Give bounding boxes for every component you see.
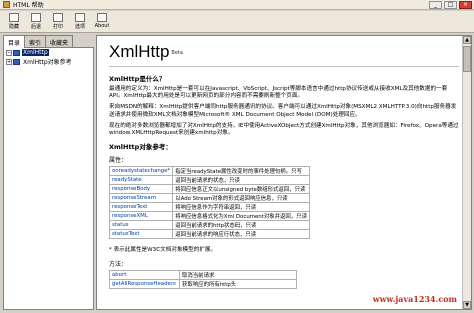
paragraph-browsers: 现在的绝对多数浏览器都增加了对XmlHttp的支持，IE中使用ActiveXOb… bbox=[109, 122, 459, 137]
about-icon bbox=[97, 13, 107, 22]
title-divider bbox=[109, 66, 459, 67]
hide-icon bbox=[9, 13, 19, 22]
property-name[interactable]: responseXML bbox=[108, 211, 174, 222]
maximize-button[interactable]: □ bbox=[444, 1, 457, 9]
page-title: XmlHttp bbox=[109, 42, 170, 61]
property-desc: 以Ado Stream对象的形式返回响应信息，只读 bbox=[172, 193, 310, 204]
back-label: 后退 bbox=[30, 24, 41, 30]
property-desc: 返回当前请求的响应行状态，只读 bbox=[172, 229, 310, 240]
table-row: status 返回当前请求的http状态码，只读 bbox=[108, 220, 310, 231]
options-label: 选项 bbox=[74, 24, 85, 30]
table-row: responseText 将响应信息作为字符串返回，只读 bbox=[108, 202, 310, 213]
tree-item-label: XmlHttp对象参考 bbox=[23, 59, 72, 66]
table-row: readyState 返回当前请求的状态，只读 bbox=[108, 175, 310, 186]
property-name[interactable]: responseBody bbox=[108, 184, 174, 195]
about-label: About bbox=[94, 23, 110, 29]
property-name[interactable]: statusText bbox=[108, 229, 174, 240]
close-button[interactable]: × bbox=[459, 1, 472, 9]
property-desc: 将响应信息作为字符串返回，只读 bbox=[172, 202, 310, 213]
property-name[interactable]: onreadystatechange* bbox=[108, 166, 174, 177]
tree-item-xmlhttp[interactable]: − XmlHttp bbox=[4, 48, 93, 57]
navigation-pane: 目录 索引 收藏夹 − XmlHttp + XmlHttp对象参考 bbox=[3, 35, 94, 310]
methods-table: abort 取消当前请求 getAllResponseHeaders 获取响应的… bbox=[109, 270, 297, 290]
method-name[interactable]: getAllResponseHeaders bbox=[109, 279, 180, 290]
contents-tree: − XmlHttp + XmlHttp对象参考 bbox=[3, 47, 94, 310]
extension-note: * 表示此属性是W3C文档对象模型的扩展。 bbox=[109, 247, 217, 254]
back-button[interactable]: 后退 bbox=[25, 11, 47, 32]
method-name[interactable]: abort bbox=[109, 270, 180, 281]
tree-item-xmlhttp-reference[interactable]: + XmlHttp对象参考 bbox=[4, 57, 93, 66]
print-label: 打印 bbox=[52, 24, 63, 30]
scroll-down-icon[interactable]: ▼ bbox=[463, 301, 471, 309]
table-row: responseXML 将响应信息格式化为Xml Document对象并返回，只… bbox=[108, 211, 310, 222]
title-bar: HTML 帮助 _ □ × bbox=[0, 0, 474, 10]
about-button[interactable]: About bbox=[91, 11, 113, 32]
table-row: responseStream 以Ado Stream对象的形式返回响应信息，只读 bbox=[108, 193, 310, 204]
table-row: statusText 返回当前请求的响应行状态，只读 bbox=[108, 229, 310, 240]
property-desc: 将回应信息正文以unsigned byte数组形式返回，只读 bbox=[172, 184, 310, 195]
back-icon bbox=[31, 13, 41, 22]
hide-button[interactable]: 隐藏 bbox=[3, 11, 25, 32]
property-desc: 指定当readyState属性改变时的事件处理句柄。只写 bbox=[172, 166, 310, 177]
window-controls: _ □ × bbox=[429, 1, 472, 9]
toolbar: 隐藏 后退 打印 选项 About bbox=[0, 11, 474, 33]
heading-reference: XmlHttp对象参考： bbox=[109, 143, 172, 152]
hide-label: 隐藏 bbox=[8, 24, 19, 30]
table-row: onreadystatechange* 指定当readyState属性改变时的事… bbox=[108, 166, 310, 177]
methods-title: 方法： bbox=[109, 261, 128, 269]
beta-badge: Beta bbox=[171, 50, 183, 56]
method-desc: 取消当前请求 bbox=[179, 270, 297, 281]
table-row: getAllResponseHeaders 获取响应的所有http头 bbox=[109, 279, 297, 290]
property-name[interactable]: responseText bbox=[108, 202, 174, 213]
book-icon bbox=[13, 58, 20, 65]
tab-contents[interactable]: 目录 bbox=[3, 35, 26, 48]
book-open-icon bbox=[13, 49, 20, 56]
table-row: abort 取消当前请求 bbox=[109, 270, 297, 281]
print-button[interactable]: 打印 bbox=[47, 11, 69, 32]
window-title: HTML 帮助 bbox=[13, 2, 44, 9]
options-button[interactable]: 选项 bbox=[69, 11, 91, 32]
property-name[interactable]: status bbox=[108, 220, 174, 231]
collapse-icon[interactable]: − bbox=[6, 49, 12, 56]
expand-icon[interactable]: + bbox=[6, 58, 12, 65]
content-pane: XmlHttp Beta XmlHttp是什么？ 最通用的定义为：XmlHttp… bbox=[96, 35, 472, 310]
heading-what-is: XmlHttp是什么？ bbox=[109, 75, 166, 83]
scroll-thumb[interactable] bbox=[463, 46, 471, 72]
paragraph-msdn: 来自MSDN的解释：XmlHttp提供客户端同http服务器通讯的协议。客户端可… bbox=[109, 104, 457, 118]
scroll-up-icon[interactable]: ▲ bbox=[463, 36, 471, 44]
page-header: XmlHttp Beta bbox=[109, 40, 459, 62]
paragraph-definition: 最通用的定义为：XmlHttp是一套可以在Javascript、VbScript… bbox=[109, 86, 448, 100]
print-icon bbox=[53, 13, 63, 22]
properties-title: 属性： bbox=[109, 157, 128, 165]
help-app-icon bbox=[3, 1, 10, 8]
document: XmlHttp Beta XmlHttp是什么？ 最通用的定义为：XmlHttp… bbox=[108, 40, 459, 290]
tree-item-label: XmlHttp bbox=[22, 49, 49, 56]
method-desc: 获取响应的所有http头 bbox=[179, 279, 297, 290]
property-desc: 将响应信息格式化为Xml Document对象并返回，只读 bbox=[172, 211, 310, 222]
properties-table: onreadystatechange* 指定当readyState属性改变时的事… bbox=[108, 166, 310, 240]
table-row: responseBody 将回应信息正文以unsigned byte数组形式返回… bbox=[108, 184, 310, 195]
options-icon bbox=[75, 13, 85, 22]
property-name[interactable]: readyState bbox=[108, 175, 174, 186]
watermark: www.java1234.com bbox=[372, 294, 457, 304]
property-name[interactable]: responseStream bbox=[108, 193, 174, 204]
vertical-scrollbar[interactable]: ▲ ▼ bbox=[462, 36, 471, 309]
property-desc: 返回当前请求的http状态码，只读 bbox=[172, 220, 310, 231]
property-desc: 返回当前请求的状态，只读 bbox=[172, 175, 310, 186]
minimize-button[interactable]: _ bbox=[429, 1, 442, 9]
